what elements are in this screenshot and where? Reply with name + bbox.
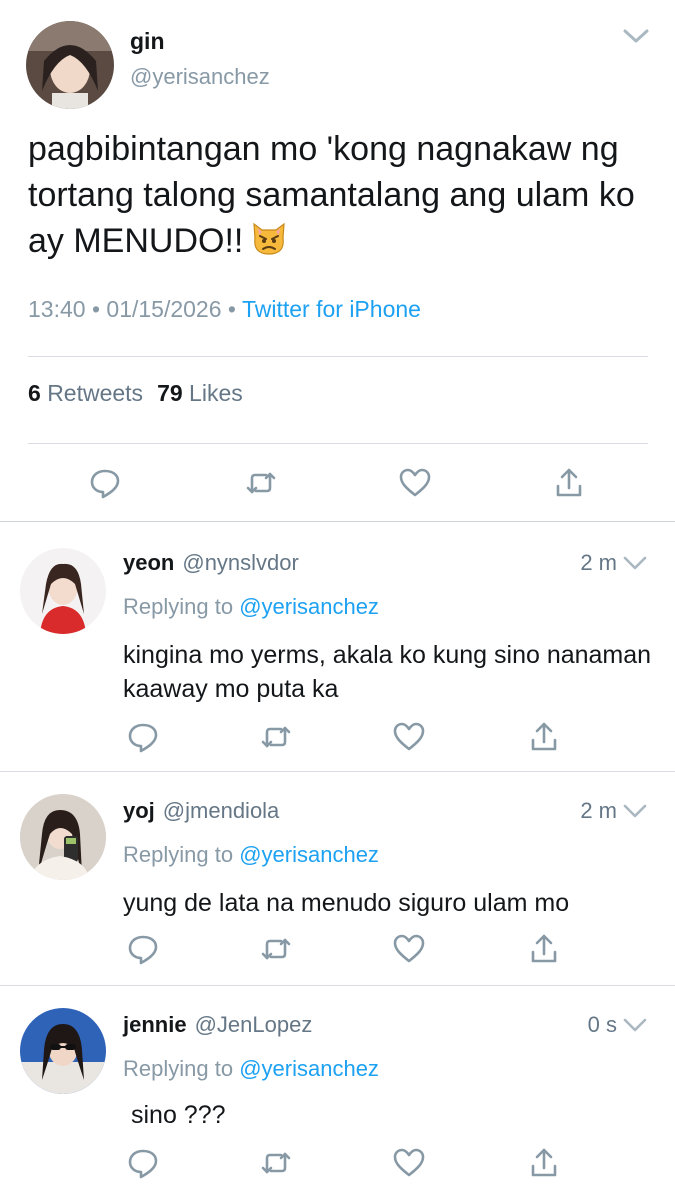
reply-time: 0 s: [587, 1012, 617, 1037]
author-handle: @JenLopez: [194, 1012, 313, 1037]
share-icon[interactable]: [527, 720, 561, 754]
tweet-date: 01/15/2026: [106, 296, 222, 322]
tweet-meta: 13:40 • 01/15/2026 • Twitter for iPhone: [28, 296, 421, 323]
replying-to: Replying to @yerisanchez: [123, 842, 379, 868]
pouting-cat-face-icon: [249, 218, 289, 258]
avatar[interactable]: [26, 21, 114, 109]
author-handle: @jmendiola: [162, 798, 280, 823]
reply-tweet[interactable]: yeon @nynslvdor 2 m Replying to @yerisanc…: [0, 522, 675, 771]
retweets-label: Retweets: [47, 380, 144, 406]
retweet-icon[interactable]: [259, 1146, 293, 1180]
divider: [28, 443, 648, 444]
meta-separator: •: [91, 296, 101, 322]
avatar[interactable]: [20, 1008, 106, 1094]
replying-to: Replying to @yerisanchez: [123, 594, 379, 620]
reply-icon[interactable]: [126, 1146, 160, 1180]
reply-author[interactable]: yoj @jmendiola: [123, 798, 279, 824]
likes-count: 79: [157, 380, 183, 406]
chevron-down-icon[interactable]: [622, 554, 648, 572]
tweet-text-content: pagbibintangan mo 'kong nagnakaw ng tort…: [28, 130, 635, 260]
tweet-source-link[interactable]: Twitter for iPhone: [242, 296, 421, 322]
reply-time: 2 m: [580, 798, 617, 823]
retweets-count: 6: [28, 380, 41, 406]
author-name: yoj: [123, 798, 155, 823]
retweet-icon[interactable]: [259, 932, 293, 966]
likes-label: Likes: [189, 380, 243, 406]
reply-author[interactable]: jennie @JenLopez: [123, 1012, 312, 1038]
replying-prefix: Replying to: [123, 1056, 234, 1081]
tweet-stats: 6 Retweets 79 Likes: [28, 380, 243, 407]
likes-stat[interactable]: 79 Likes: [157, 380, 243, 406]
retweet-icon[interactable]: [259, 720, 293, 754]
reply-text: sino ???: [131, 1101, 226, 1129]
reply-text: yung de lata na menudo siguro ulam mo: [123, 889, 570, 917]
replying-to: Replying to @yerisanchez: [123, 1056, 379, 1082]
reply-icon[interactable]: [126, 932, 160, 966]
author-name: yeon: [123, 550, 175, 575]
reply-author[interactable]: yeon @nynslvdor: [123, 550, 299, 576]
retweet-icon[interactable]: [244, 466, 278, 500]
divider: [28, 356, 648, 357]
retweets-stat[interactable]: 6 Retweets: [28, 380, 143, 406]
author-handle: @nynslvdor: [182, 550, 299, 575]
replying-to-link[interactable]: @yerisanchez: [239, 594, 379, 619]
main-tweet: gin @yerisanchez pagbibintangan mo 'kong…: [0, 0, 675, 522]
replying-prefix: Replying to: [123, 842, 234, 867]
tweet-text: pagbibintangan mo 'kong nagnakaw ng tort…: [28, 126, 648, 264]
chevron-down-icon[interactable]: [622, 26, 650, 46]
replying-to-link[interactable]: @yerisanchez: [239, 1056, 379, 1081]
like-icon[interactable]: [392, 720, 426, 754]
author-handle[interactable]: @yerisanchez: [130, 64, 270, 90]
chevron-down-icon[interactable]: [622, 1016, 648, 1034]
author-name[interactable]: gin: [130, 28, 165, 55]
chevron-down-icon[interactable]: [622, 802, 648, 820]
replying-to-link[interactable]: @yerisanchez: [239, 842, 379, 867]
avatar[interactable]: [20, 548, 106, 634]
reply-tweet[interactable]: yoj @jmendiola 2 m Replying to @yerisanch…: [0, 772, 675, 985]
reply-text: kingina mo yerms, akala ko kung sino nan…: [123, 641, 652, 703]
author-name: jennie: [123, 1012, 187, 1037]
share-icon[interactable]: [527, 932, 561, 966]
replying-prefix: Replying to: [123, 594, 234, 619]
share-icon[interactable]: [527, 1146, 561, 1180]
meta-separator: •: [227, 296, 236, 322]
reply-time: 2 m: [580, 550, 617, 575]
like-icon[interactable]: [392, 1146, 426, 1180]
reply-icon[interactable]: [88, 466, 122, 500]
like-icon[interactable]: [398, 466, 432, 500]
like-icon[interactable]: [392, 932, 426, 966]
avatar[interactable]: [20, 794, 106, 880]
tweet-time: 13:40: [28, 296, 86, 322]
reply-tweet[interactable]: jennie @JenLopez 0 s Replying to @yerisan…: [0, 986, 675, 1200]
reply-icon[interactable]: [126, 720, 160, 754]
share-icon[interactable]: [552, 466, 586, 500]
